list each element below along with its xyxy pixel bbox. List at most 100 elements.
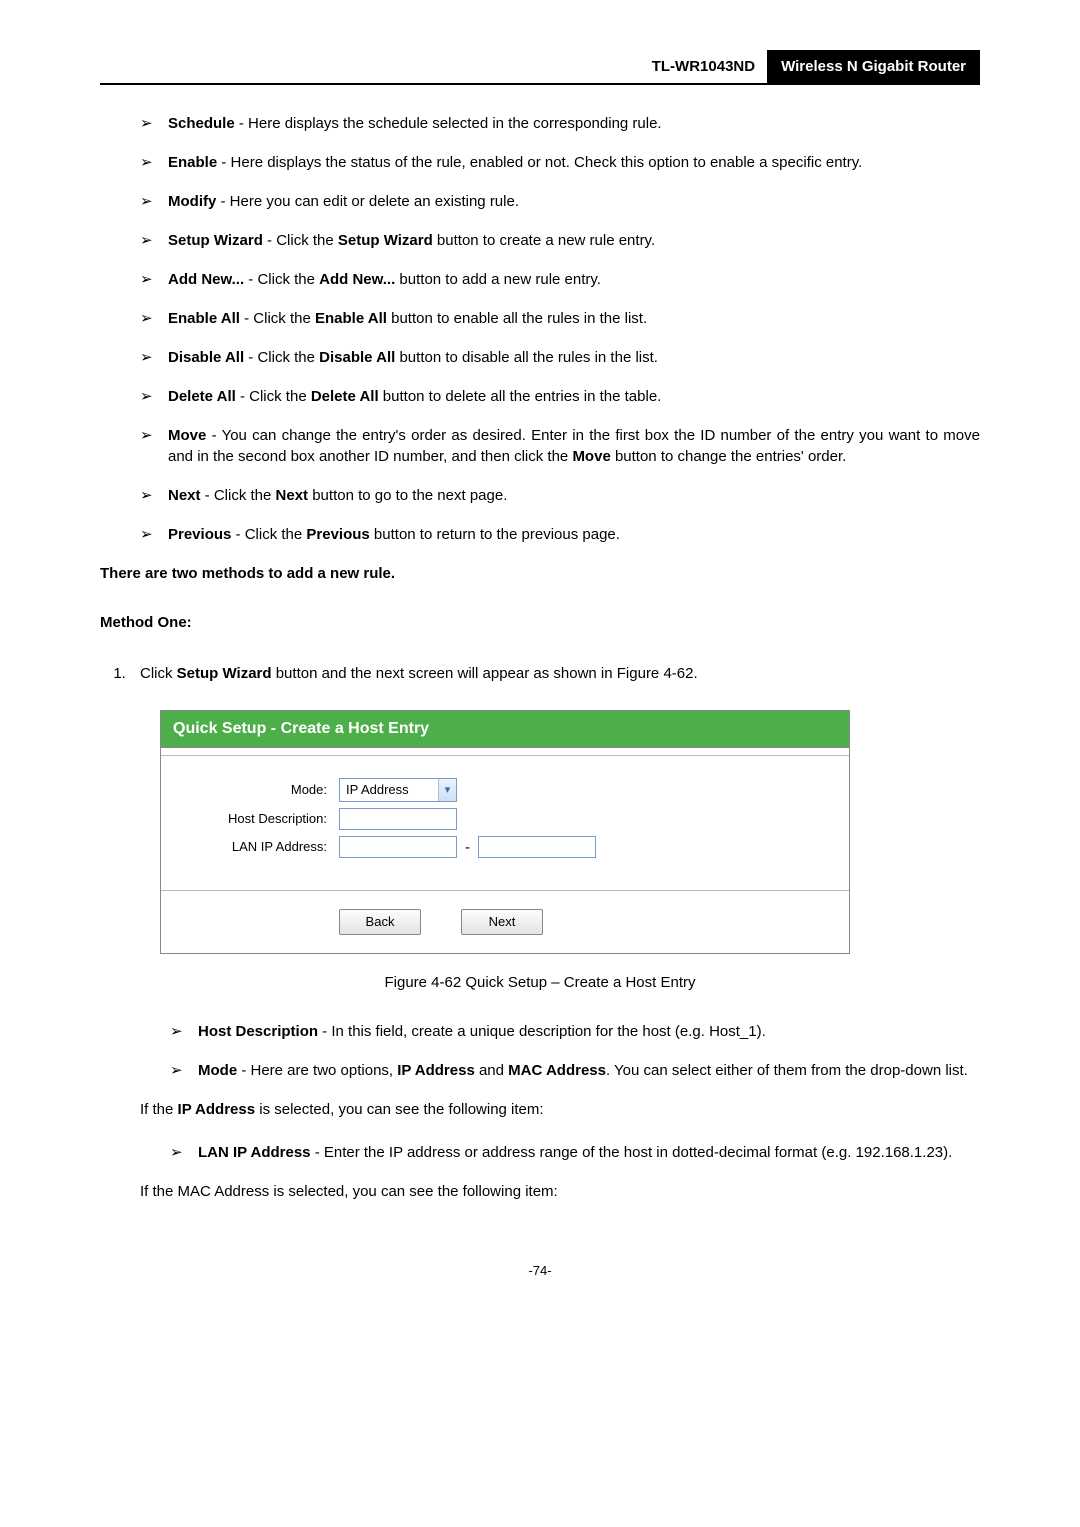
desc: and bbox=[475, 1062, 508, 1079]
term: Modify bbox=[168, 193, 216, 210]
term: Delete All bbox=[168, 388, 236, 405]
host-desc-label: Host Description: bbox=[179, 810, 339, 828]
mode-select[interactable]: IP Address ▾ bbox=[339, 778, 457, 802]
lan-ip-input-start[interactable] bbox=[339, 836, 457, 858]
list-item: Disable All - Click the Disable All butt… bbox=[140, 347, 980, 368]
desc: button to delete all the entries in the … bbox=[379, 388, 662, 405]
step-text: Click bbox=[140, 665, 177, 682]
desc: button to return to the previous page. bbox=[370, 526, 620, 543]
list-item: Setup Wizard - Click the Setup Wizard bu… bbox=[140, 230, 980, 251]
step-text: button and the next screen will appear a… bbox=[272, 665, 698, 682]
desc: - Click the bbox=[244, 349, 319, 366]
list-item: Move - You can change the entry's order … bbox=[140, 425, 980, 467]
desc: - Click the bbox=[236, 388, 311, 405]
figure-body: Mode: IP Address ▾ Host Description: LAN… bbox=[161, 756, 849, 890]
form-row-mode: Mode: IP Address ▾ bbox=[179, 778, 831, 802]
desc: - Click the bbox=[240, 310, 315, 327]
inline-bold: Disable All bbox=[319, 349, 395, 366]
term: LAN IP Address bbox=[198, 1144, 311, 1161]
desc: - In this field, create a unique descrip… bbox=[318, 1023, 766, 1040]
definition-list-1: Schedule - Here displays the schedule se… bbox=[100, 113, 980, 545]
inline-bold: IP Address bbox=[397, 1062, 475, 1079]
desc: button to go to the next page. bbox=[308, 487, 507, 504]
next-button-label: Next bbox=[489, 913, 516, 931]
term: Add New... bbox=[168, 271, 248, 288]
list-item: Add New... - Click the Add New... button… bbox=[140, 269, 980, 290]
method-one-heading: Method One: bbox=[100, 612, 980, 633]
figure-footer: Back Next bbox=[161, 890, 849, 953]
step-item: Click Setup Wizard button and the next s… bbox=[130, 663, 980, 684]
list-item: Enable All - Click the Enable All button… bbox=[140, 308, 980, 329]
inline-bold: Move bbox=[572, 448, 610, 465]
inline-bold: Enable All bbox=[315, 310, 387, 327]
term: Mode bbox=[198, 1062, 237, 1079]
inline-bold: Delete All bbox=[311, 388, 379, 405]
inline-bold: Add New... bbox=[319, 271, 395, 288]
desc: - Enter the IP address or address range … bbox=[311, 1144, 953, 1161]
list-item: Delete All - Click the Delete All button… bbox=[140, 386, 980, 407]
term: Enable bbox=[168, 154, 217, 171]
inline-bold: Next bbox=[276, 487, 309, 504]
list-item: Host Description - In this field, create… bbox=[170, 1021, 980, 1042]
desc: button to change the entries' order. bbox=[611, 448, 847, 465]
mode-label: Mode: bbox=[179, 781, 339, 799]
inline-bold: Setup Wizard bbox=[177, 665, 272, 682]
page-header: TL-WR1043ND Wireless N Gigabit Router bbox=[100, 50, 980, 85]
inline-bold: MAC Address bbox=[508, 1062, 606, 1079]
term: Setup Wizard bbox=[168, 232, 263, 249]
term: Disable All bbox=[168, 349, 244, 366]
desc: - Here you can edit or delete an existin… bbox=[216, 193, 519, 210]
definition-list-3: LAN IP Address - Enter the IP address or… bbox=[100, 1142, 980, 1163]
desc: button to add a new rule entry. bbox=[395, 271, 601, 288]
desc: - Here displays the schedule selected in… bbox=[235, 115, 662, 132]
step-list: Click Setup Wizard button and the next s… bbox=[100, 663, 980, 684]
list-item: LAN IP Address - Enter the IP address or… bbox=[170, 1142, 980, 1163]
mode-select-value: IP Address bbox=[346, 781, 409, 799]
lan-ip-input-end[interactable] bbox=[478, 836, 596, 858]
term: Next bbox=[168, 487, 201, 504]
list-item: Previous - Click the Previous button to … bbox=[140, 524, 980, 545]
ip-range-separator: - bbox=[465, 837, 470, 858]
desc: - Here are two options, bbox=[237, 1062, 397, 1079]
section-intro: There are two methods to add a new rule. bbox=[100, 563, 980, 584]
list-item: Next - Click the Next button to go to th… bbox=[140, 485, 980, 506]
figure-caption: Figure 4-62 Quick Setup – Create a Host … bbox=[100, 972, 980, 993]
text: If the bbox=[140, 1101, 178, 1118]
definition-list-2: Host Description - In this field, create… bbox=[100, 1021, 980, 1081]
term: Host Description bbox=[198, 1023, 318, 1040]
back-button[interactable]: Back bbox=[339, 909, 421, 935]
form-row-host-desc: Host Description: bbox=[179, 808, 831, 830]
ip-selected-paragraph: If the IP Address is selected, you can s… bbox=[140, 1099, 980, 1120]
desc: button to enable all the rules in the li… bbox=[387, 310, 647, 327]
model-label: TL-WR1043ND bbox=[640, 50, 767, 83]
product-label: Wireless N Gigabit Router bbox=[767, 50, 980, 83]
text: is selected, you can see the following i… bbox=[255, 1101, 544, 1118]
figure-title: Quick Setup - Create a Host Entry bbox=[161, 711, 849, 748]
desc: - Here displays the status of the rule, … bbox=[217, 154, 862, 171]
figure-quick-setup: Quick Setup - Create a Host Entry Mode: … bbox=[160, 710, 850, 954]
term: Previous bbox=[168, 526, 231, 543]
host-desc-input[interactable] bbox=[339, 808, 457, 830]
next-button[interactable]: Next bbox=[461, 909, 543, 935]
inline-bold: Setup Wizard bbox=[338, 232, 433, 249]
desc: button to create a new rule entry. bbox=[433, 232, 655, 249]
desc: . You can select either of them from the… bbox=[606, 1062, 968, 1079]
term: Enable All bbox=[168, 310, 240, 327]
page-number: -74- bbox=[100, 1262, 980, 1280]
figure-spacer bbox=[161, 748, 849, 756]
desc: - Click the bbox=[248, 271, 319, 288]
term: Schedule bbox=[168, 115, 235, 132]
desc: - Click the bbox=[231, 526, 306, 543]
back-button-label: Back bbox=[366, 913, 395, 931]
inline-bold: Previous bbox=[306, 526, 369, 543]
desc: - Click the bbox=[263, 232, 338, 249]
term: Move bbox=[168, 427, 206, 444]
lan-ip-label: LAN IP Address: bbox=[179, 838, 339, 856]
list-item: Modify - Here you can edit or delete an … bbox=[140, 191, 980, 212]
list-item: Mode - Here are two options, IP Address … bbox=[170, 1060, 980, 1081]
desc: - Click the bbox=[201, 487, 276, 504]
form-row-lan-ip: LAN IP Address: - bbox=[179, 836, 831, 858]
desc: button to disable all the rules in the l… bbox=[395, 349, 658, 366]
mac-selected-paragraph: If the MAC Address is selected, you can … bbox=[140, 1181, 980, 1202]
list-item: Schedule - Here displays the schedule se… bbox=[140, 113, 980, 134]
